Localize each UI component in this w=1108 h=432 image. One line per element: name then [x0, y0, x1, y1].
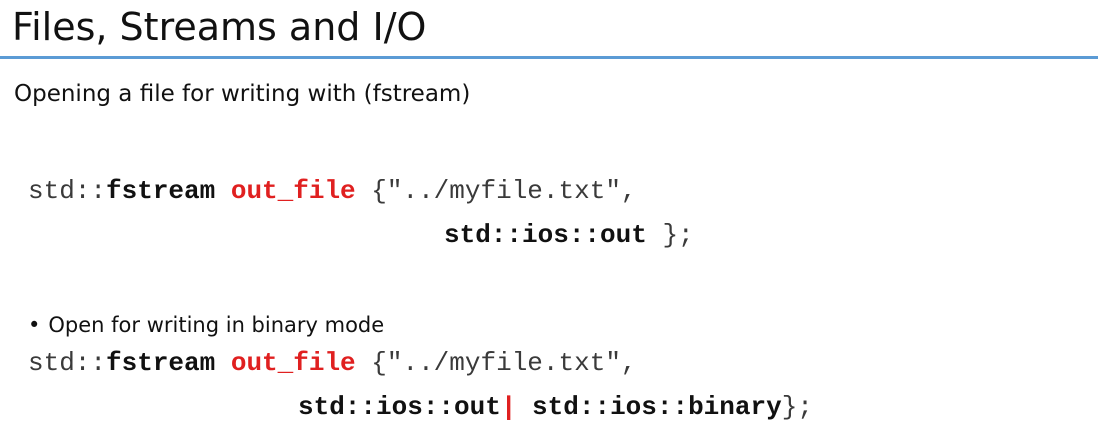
code-variable: out_file	[230, 176, 356, 206]
code-closing: };	[781, 392, 813, 422]
code-type: fstream	[106, 176, 216, 206]
code-open-mode: std::ios::out	[444, 220, 647, 250]
code-bitwise-or: |	[500, 392, 517, 422]
code-initializer: {"../myfile.txt",	[355, 348, 637, 378]
bullet-text: Open for writing in binary mode	[48, 313, 385, 337]
code-open-mode-out: std::ios::out	[298, 392, 501, 422]
code-block-2-line-2: std::ios::out| std::ios::binary};	[298, 392, 813, 422]
code-initializer: {"../myfile.txt",	[355, 176, 637, 206]
bullet-item: • Open for writing in binary mode	[28, 312, 384, 338]
title-divider	[0, 56, 1098, 59]
code-type: fstream	[106, 348, 216, 378]
slide-subtitle: Opening a file for writing with (fstream…	[14, 81, 471, 107]
code-block-1-line-1: std::fstream out_file {"../myfile.txt",	[28, 176, 637, 206]
code-block-1-line-2: std::ios::out };	[444, 220, 694, 250]
bullet-marker: •	[28, 313, 41, 337]
slide-title: Files, Streams and I/O	[12, 5, 427, 49]
code-variable: out_file	[230, 348, 356, 378]
code-closing: };	[646, 220, 694, 250]
code-namespace: std::	[28, 176, 107, 206]
code-block-2-line-1: std::fstream out_file {"../myfile.txt",	[28, 348, 637, 378]
code-namespace: std::	[28, 348, 107, 378]
code-open-mode-binary: std::ios::binary	[516, 392, 782, 422]
